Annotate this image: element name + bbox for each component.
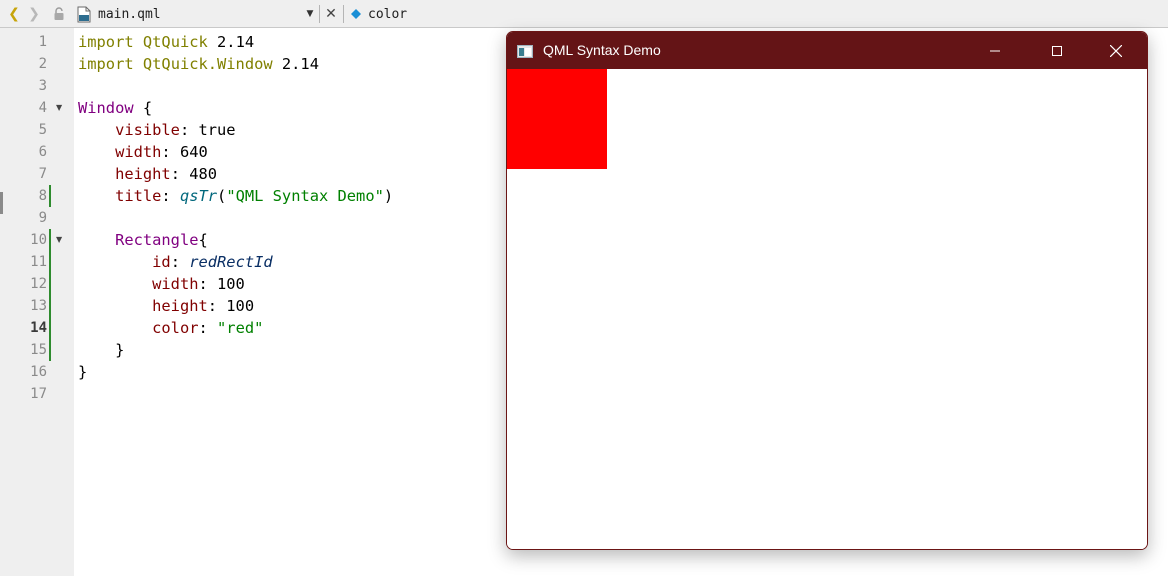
line-number: 3	[38, 78, 47, 94]
open-file-name[interactable]: main.qml	[98, 0, 161, 28]
toolbar-separator	[343, 5, 344, 23]
triangle-down-icon[interactable]: ▼	[304, 0, 316, 28]
code-text[interactable]: import QtQuick.Window 2.14	[78, 53, 319, 75]
code-text[interactable]: }	[78, 339, 124, 361]
code-text[interactable]: title: qsTr("QML Syntax Demo")	[78, 185, 393, 207]
modified-line-marker	[49, 229, 51, 251]
window-title: QML Syntax Demo	[543, 42, 661, 58]
code-text[interactable]: height: 100	[78, 295, 254, 317]
line-number: 10	[30, 232, 47, 248]
line-number: 1	[38, 34, 47, 50]
modified-line-marker	[49, 339, 51, 361]
line-number: 7	[38, 166, 47, 182]
close-icon[interactable]: ✕	[323, 0, 339, 28]
minimize-button[interactable]	[972, 32, 1018, 69]
window-titlebar[interactable]: QML Syntax Demo	[507, 32, 1147, 69]
maximize-icon	[1052, 45, 1062, 56]
editor-toolbar: ❮ ❯ main.qml ▼ ✕ color	[0, 0, 1168, 28]
close-icon	[1110, 44, 1122, 57]
chevron-right-icon[interactable]: ❯	[26, 0, 42, 28]
qml-preview-window[interactable]: QML Syntax Demo	[506, 31, 1148, 550]
line-number: 6	[38, 144, 47, 160]
line-number: 2	[38, 56, 47, 72]
diamond-icon	[350, 0, 362, 28]
line-number: 16	[30, 364, 47, 380]
minimize-icon	[990, 50, 1000, 51]
code-text[interactable]: id: redRectId	[78, 251, 273, 273]
modified-line-marker	[49, 317, 51, 339]
line-number: 9	[38, 210, 47, 226]
line-number: 15	[30, 342, 47, 358]
code-text[interactable]: import QtQuick 2.14	[78, 31, 254, 53]
line-number: 13	[30, 298, 47, 314]
window-client-area	[507, 69, 1147, 549]
fold-arrow-icon[interactable]: ▼	[56, 97, 62, 119]
toolbar-separator	[319, 5, 320, 23]
modified-line-marker	[49, 251, 51, 273]
code-text[interactable]: color: "red"	[78, 317, 263, 339]
line-number: 11	[30, 254, 47, 270]
qml-file-icon	[76, 0, 92, 28]
modified-line-marker	[49, 185, 51, 207]
close-button[interactable]	[1093, 32, 1139, 69]
line-number: 17	[30, 386, 47, 402]
code-text[interactable]: Rectangle{	[78, 229, 208, 251]
modified-line-marker	[49, 295, 51, 317]
code-text[interactable]: visible: true	[78, 119, 235, 141]
code-text[interactable]: width: 640	[78, 141, 208, 163]
code-text[interactable]: height: 480	[78, 163, 217, 185]
modified-line-marker	[49, 273, 51, 295]
line-number: 5	[38, 122, 47, 138]
line-number: 8	[38, 188, 47, 204]
red-rectangle	[507, 69, 607, 169]
maximize-button[interactable]	[1034, 32, 1080, 69]
code-text[interactable]: Window {	[78, 97, 152, 119]
current-symbol-name[interactable]: color	[368, 0, 407, 28]
line-number: 14	[30, 320, 47, 336]
line-number: 4	[38, 100, 47, 116]
line-number: 12	[30, 276, 47, 292]
fold-arrow-icon[interactable]: ▼	[56, 229, 62, 251]
code-text[interactable]: }	[78, 361, 87, 383]
app-window-icon	[517, 43, 533, 58]
code-text[interactable]: width: 100	[78, 273, 245, 295]
lock-icon[interactable]	[52, 0, 66, 28]
chevron-left-icon[interactable]: ❮	[6, 0, 22, 28]
